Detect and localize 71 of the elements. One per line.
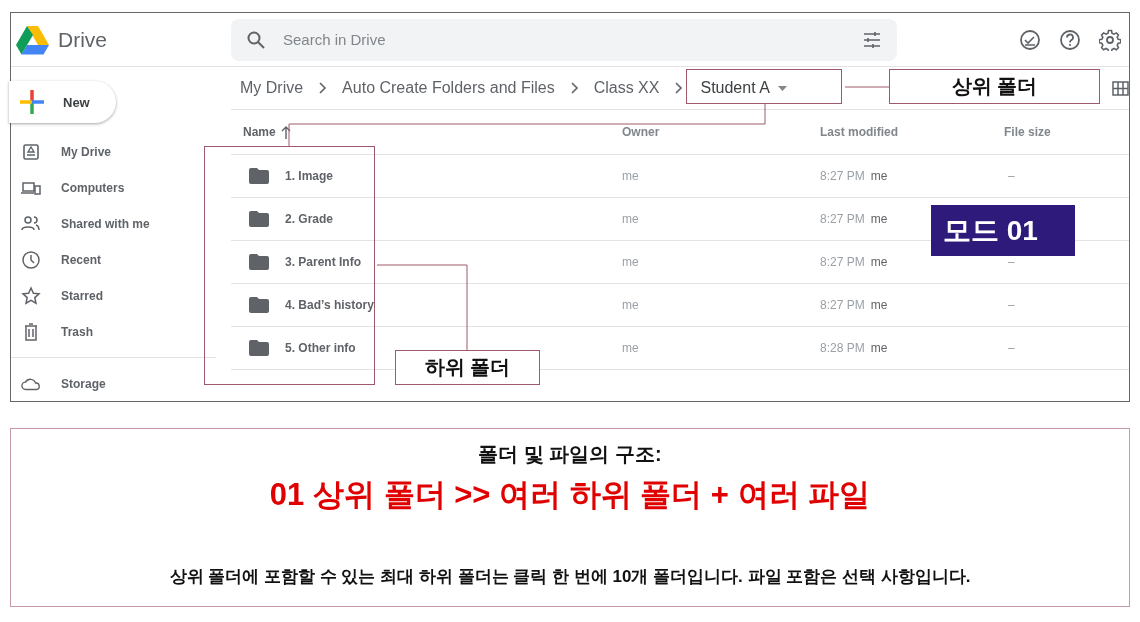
modified-time: 8:27 PM — [820, 212, 865, 226]
drive-logo-icon — [15, 24, 50, 55]
modified-by: me — [870, 341, 888, 355]
new-button[interactable]: New — [9, 81, 116, 123]
search-bar[interactable]: Search in Drive — [231, 18, 897, 61]
modified-by: me — [870, 298, 888, 312]
owner-cell: me — [622, 298, 639, 312]
modified-time: 8:27 PM — [820, 298, 865, 312]
help-icon[interactable] — [1059, 28, 1081, 51]
sidebar-item[interactable]: Trash — [61, 325, 93, 339]
folder-icon — [249, 254, 269, 270]
search-icon[interactable] — [247, 30, 265, 49]
chevron-icon — [318, 82, 328, 94]
sidebar-item[interactable]: Computers — [61, 181, 125, 195]
size-cell: – — [1008, 341, 1015, 355]
filter-icon[interactable] — [863, 30, 881, 49]
modified-time: 8:27 PM — [820, 255, 865, 269]
modified-by: me — [870, 212, 888, 226]
summary-headline: 01 상위 폴더 >> 여러 하위 폴더 + 여러 파일 — [269, 476, 871, 514]
callout-label: 하위 폴더 — [395, 350, 540, 385]
owner-cell: me — [622, 212, 639, 226]
sort-arrow-icon[interactable] — [280, 125, 291, 139]
size-cell: – — [1008, 255, 1015, 269]
check-circle-icon[interactable] — [1019, 28, 1041, 51]
summary-title: 폴더 및 파일의 구조: — [478, 442, 662, 467]
owner-cell: me — [622, 255, 639, 269]
folder-icon — [249, 211, 269, 227]
column-header[interactable]: Last modified — [813, 125, 997, 139]
column-header[interactable]: File size — [997, 125, 1129, 139]
column-header[interactable]: Name — [237, 125, 276, 139]
modified-by: me — [870, 255, 888, 269]
plus-icon — [19, 89, 45, 115]
column-header[interactable]: Owner — [615, 125, 813, 139]
summary-note: 상위 폴더에 포함할 수 있는 최대 하위 폴더는 클릭 한 번에 10개 폴더입니다. 파일 포함은 선택 사항입니다. — [169, 566, 971, 588]
sidebar-item[interactable]: Recent — [61, 253, 101, 267]
sidebar-item[interactable]: My Drive — [61, 145, 112, 159]
drive-icon[interactable] — [21, 142, 41, 162]
app-title: Drive — [58, 27, 107, 52]
folder-name[interactable]: 1. Image — [285, 169, 334, 183]
breadcrumb-item[interactable]: Student A — [700, 79, 787, 97]
breadcrumb-item[interactable]: Class XX — [593, 79, 660, 97]
folder-name[interactable]: 5. Other info — [285, 341, 356, 355]
modified-time: 8:28 PM — [820, 341, 865, 355]
size-cell: – — [1008, 298, 1015, 312]
starred-icon[interactable] — [21, 286, 41, 306]
callout-label: 상위 폴더 — [889, 69, 1100, 104]
sidebar-item[interactable]: Starred — [61, 289, 104, 303]
sidebar-item[interactable]: Shared with me — [61, 217, 150, 231]
folder-name[interactable]: 2. Grade — [285, 212, 334, 226]
folder-name[interactable]: 3. Parent Info — [285, 255, 361, 269]
owner-cell: me — [622, 341, 639, 355]
breadcrumb-item[interactable]: My Drive — [240, 79, 304, 97]
chevron-icon — [674, 82, 684, 94]
search-field[interactable]: Search in Drive — [281, 30, 847, 49]
leader-line — [844, 86, 890, 88]
folder-name[interactable]: 4. Bad’s history — [285, 298, 374, 312]
folder-icon — [249, 340, 269, 356]
modified-by: me — [870, 169, 888, 183]
settings-icon[interactable] — [1099, 28, 1121, 51]
mode-badge: 모드 01 — [931, 205, 1075, 256]
modified-time: 8:27 PM — [820, 169, 865, 183]
chevron-icon — [569, 82, 579, 94]
folder-icon — [249, 297, 269, 313]
recent-icon[interactable] — [21, 250, 41, 270]
caret-icon — [777, 85, 787, 91]
grid-view-icon[interactable] — [1112, 80, 1129, 96]
folder-icon — [249, 168, 269, 184]
owner-cell: me — [622, 169, 639, 183]
sidebar-item[interactable]: Storage — [61, 377, 106, 391]
size-cell: – — [1008, 169, 1015, 183]
breadcrumb-item[interactable]: Auto Create Folders and Files — [342, 79, 555, 97]
